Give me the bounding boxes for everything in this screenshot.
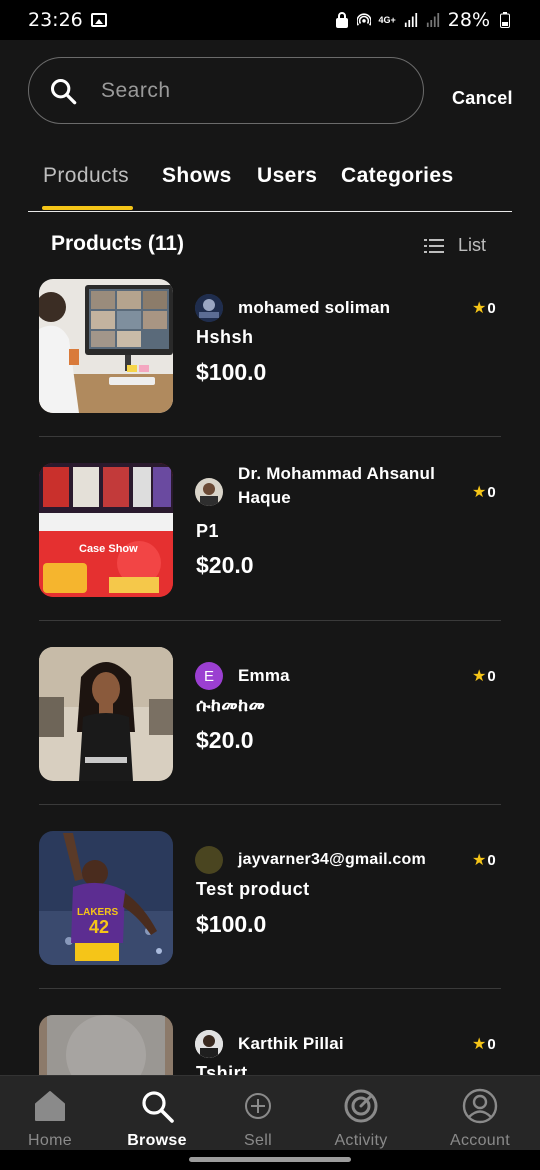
product-rating: ★ 0 <box>472 482 496 502</box>
nav-label: Activity <box>334 1132 388 1149</box>
seller-name[interactable]: Emma <box>238 664 453 688</box>
seller-avatar <box>195 1030 223 1058</box>
signal-weak-icon <box>426 13 439 27</box>
row-divider <box>39 620 501 621</box>
browse-tabs: Products Shows Users Categories <box>28 160 512 212</box>
svg-text:42: 42 <box>89 917 109 937</box>
nav-label: Home <box>28 1132 72 1149</box>
product-name[interactable]: Hshsh <box>196 327 254 348</box>
star-icon: ★ <box>472 484 487 501</box>
thumbnail-banner-text: Case Show <box>79 543 138 555</box>
nav-account[interactable]: Account <box>435 1088 525 1150</box>
star-icon: ★ <box>472 1036 487 1053</box>
view-toggle[interactable]: List <box>424 235 486 256</box>
star-icon: ★ <box>472 852 487 869</box>
product-thumbnail[interactable] <box>39 279 173 413</box>
nav-browse[interactable]: Browse <box>112 1088 202 1150</box>
product-thumbnail[interactable]: Case Show <box>39 463 173 597</box>
active-tab-indicator <box>42 206 133 210</box>
product-item[interactable]: mohamed soliman ★ 0 Hshsh $100.0 <box>0 279 540 463</box>
rating-count: 0 <box>487 667 496 685</box>
nav-sell[interactable]: Sell <box>213 1088 303 1150</box>
nav-label: Sell <box>244 1132 272 1149</box>
row-divider <box>39 988 501 989</box>
search-bar[interactable] <box>28 57 424 124</box>
seller-avatar <box>195 846 223 874</box>
signal-icon <box>404 13 417 27</box>
view-toggle-label: List <box>458 235 487 255</box>
home-indicator[interactable] <box>189 1157 351 1162</box>
row-divider <box>39 804 501 805</box>
network-type: 4G+ <box>378 14 396 25</box>
product-name[interactable]: Test product <box>196 879 310 900</box>
product-rating: ★ 0 <box>472 298 496 318</box>
product-thumbnail[interactable] <box>39 647 173 781</box>
seller-name[interactable]: mohamed soliman <box>238 296 453 320</box>
product-name[interactable]: ሱከመከመ <box>196 695 265 716</box>
bottom-navigation: Home Browse Sell Activity Account <box>0 1075 540 1150</box>
plus-circle-icon <box>245 1093 271 1119</box>
search-input[interactable] <box>101 78 381 103</box>
seller-avatar: E <box>195 662 223 690</box>
product-name[interactable]: P1 <box>196 521 219 542</box>
star-icon: ★ <box>472 300 487 317</box>
hotspot-icon <box>356 13 371 26</box>
tab-users[interactable]: Users <box>257 164 317 188</box>
product-item[interactable]: LAKERS 42 jayvarner34@gmail.com ★ 0 Test… <box>0 831 540 1015</box>
nav-activity[interactable]: Activity <box>316 1088 406 1150</box>
home-icon <box>35 1091 65 1121</box>
product-price: $20.0 <box>196 727 254 753</box>
battery-icon <box>500 12 510 28</box>
nav-home[interactable]: Home <box>5 1088 95 1150</box>
star-icon: ★ <box>472 668 487 685</box>
product-rating: ★ 0 <box>472 666 496 686</box>
nav-label: Browse <box>127 1132 187 1149</box>
status-bar: 23:26 4G+ 28% <box>0 0 540 40</box>
product-rating: ★ 0 <box>472 850 496 870</box>
system-home-bar <box>0 1150 540 1170</box>
list-icon <box>424 238 444 253</box>
rating-count: 0 <box>487 1035 496 1053</box>
product-thumbnail[interactable]: LAKERS 42 <box>39 831 173 965</box>
lock-icon <box>335 12 348 28</box>
seller-name[interactable]: Dr. Mohammad Ahsanul Haque <box>238 462 453 510</box>
product-item[interactable]: E Emma ★ 0 ሱከመከመ $20.0 <box>0 647 540 831</box>
product-price: $20.0 <box>196 552 254 578</box>
seller-avatar <box>195 478 223 506</box>
activity-gauge-icon <box>344 1089 378 1123</box>
product-list: mohamed soliman ★ 0 Hshsh $100.0 Case Sh… <box>0 279 540 1170</box>
rating-count: 0 <box>487 299 496 317</box>
section-title: Products (11) <box>51 232 185 255</box>
seller-name[interactable]: jayvarner34@gmail.com <box>238 848 453 872</box>
search-icon <box>50 78 77 104</box>
battery-level: 28% <box>447 9 490 31</box>
seller-name[interactable]: Karthik Pillai <box>238 1032 453 1056</box>
product-rating: ★ 0 <box>472 1034 496 1054</box>
search-icon <box>142 1091 174 1123</box>
tab-products[interactable]: Products <box>43 164 129 188</box>
rating-count: 0 <box>487 851 496 869</box>
product-item[interactable]: Case Show Dr. Mohammad Ahsanul Haque ★ 0… <box>0 463 540 647</box>
tab-shows[interactable]: Shows <box>162 164 232 188</box>
row-divider <box>39 436 501 437</box>
status-indicators: 4G+ 28% <box>335 9 513 31</box>
product-price: $100.0 <box>196 359 267 385</box>
rating-count: 0 <box>487 483 496 501</box>
seller-avatar <box>195 294 223 322</box>
user-circle-icon <box>462 1088 498 1124</box>
cancel-button[interactable]: Cancel <box>452 88 513 109</box>
product-price: $100.0 <box>196 911 267 937</box>
nav-label: Account <box>450 1132 510 1149</box>
status-time: 23:26 <box>28 9 83 31</box>
tab-categories[interactable]: Categories <box>341 164 454 188</box>
gallery-icon <box>90 13 107 27</box>
